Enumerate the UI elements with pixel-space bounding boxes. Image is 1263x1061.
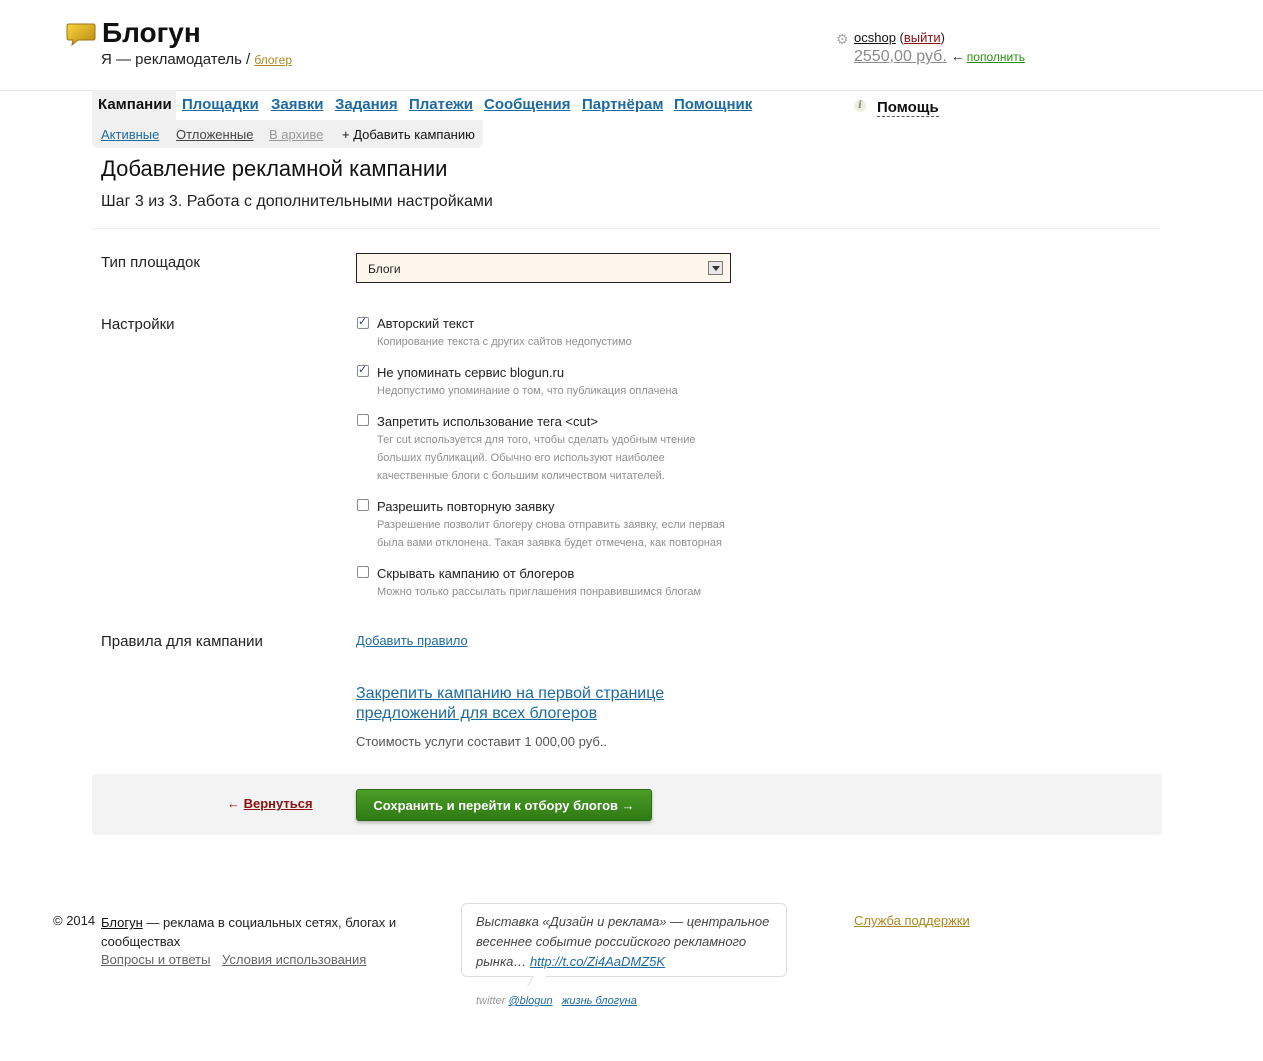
topup-link[interactable]: пополнить xyxy=(967,50,1025,64)
help-link[interactable]: Помощь xyxy=(877,99,939,117)
checkbox-label-no-mention[interactable]: Не упоминать сервис blogun.ru xyxy=(377,365,564,380)
arrow-left-icon: ← xyxy=(950,48,965,64)
page-subtitle: Шаг 3 из 3. Работа с дополнительными нас… xyxy=(101,193,493,210)
support-link[interactable]: Служба поддержки xyxy=(854,913,970,928)
tab-payments[interactable]: Платежи xyxy=(409,96,473,113)
tweet-text: Выставка «Дизайн и реклама» — центрально… xyxy=(476,912,776,972)
copyright: © 2014 xyxy=(53,913,96,928)
tab-requests[interactable]: Заявки xyxy=(271,96,323,113)
tweet-link[interactable]: http://t.co/Zi4AaDMZ5K xyxy=(530,954,665,969)
footer-brand-link[interactable]: Блогун xyxy=(101,915,143,930)
save-and-continue-button[interactable]: Сохранить и перейти к отбору блогов → xyxy=(356,789,652,821)
pin-campaign-link[interactable]: Закрепить кампанию на первой странице пр… xyxy=(356,684,696,724)
hint-allow-repeat: Разрешение позволит блогеру снова отправ… xyxy=(377,519,725,549)
checkbox-label-allow-repeat[interactable]: Разрешить повторную заявку xyxy=(377,499,554,514)
role-line: Я — рекламодатель / блогер xyxy=(101,51,292,68)
page-title: Добавление рекламной кампании xyxy=(101,156,448,181)
tab-partners[interactable]: Партнёрам xyxy=(582,96,663,113)
tab-messages[interactable]: Сообщения xyxy=(484,96,570,113)
hint-author-text: Копирование текста с других сайтов недоп… xyxy=(377,336,632,348)
terms-link[interactable]: Условия использования xyxy=(222,952,366,967)
twitter-handle-link[interactable]: @blogun xyxy=(508,995,552,1007)
checkbox-author-text[interactable] xyxy=(357,315,369,329)
subtab-archive[interactable]: В архиве xyxy=(269,127,323,142)
tab-tasks[interactable]: Задания xyxy=(335,96,398,113)
checkbox-forbid-cut[interactable] xyxy=(357,414,369,426)
logout-paren-close: ) xyxy=(940,30,945,45)
hint-forbid-cut: Тег cut используется для того, чтобы сде… xyxy=(377,434,696,482)
platform-type-value: Блоги xyxy=(368,262,401,276)
twitter-label: twitter xyxy=(476,995,506,1007)
subtab-add-campaign[interactable]: + Добавить кампанию xyxy=(342,127,475,142)
checkbox-label-forbid-cut[interactable]: Запретить использование тега <cut> xyxy=(377,414,598,429)
checkbox-label-hide-campaign[interactable]: Скрывать кампанию от блогеров xyxy=(377,566,574,581)
user-info: ocshop (выйти) xyxy=(854,30,945,45)
gear-icon[interactable]: ⚙ xyxy=(836,31,849,48)
arrow-left-icon: ← xyxy=(227,796,240,811)
role-label: Я — рекламодатель / xyxy=(101,51,251,68)
tab-platforms[interactable]: Площадки xyxy=(182,96,259,113)
service-cost: Стоимость услуги составит 1 000,00 руб.. xyxy=(356,734,608,749)
subtab-active[interactable]: Активные xyxy=(101,127,159,142)
checkbox-hide-campaign[interactable] xyxy=(357,566,369,578)
twitter-meta: twitter @blogun жизнь блогуна xyxy=(476,995,637,1007)
role-switch-link[interactable]: блогер xyxy=(254,53,292,67)
faq-link[interactable]: Вопросы и ответы xyxy=(101,952,210,967)
tab-assistant[interactable]: Помощник xyxy=(674,96,752,113)
header-divider xyxy=(0,90,1263,91)
logout-link[interactable]: выйти xyxy=(904,30,941,45)
checkbox-no-mention[interactable] xyxy=(357,363,369,377)
platform-type-label: Тип площадок xyxy=(101,254,200,271)
back-link[interactable]: ← Вернуться xyxy=(227,796,313,811)
back-label[interactable]: Вернуться xyxy=(244,796,313,811)
add-rule-link[interactable]: Добавить правило xyxy=(356,633,468,648)
username-link[interactable]: ocshop xyxy=(854,30,896,45)
platform-type-select[interactable]: Блоги xyxy=(356,253,731,283)
footer-tagline: — реклама в социальных сетях, блогах и с… xyxy=(101,915,397,949)
tweet-bubble-tail xyxy=(527,976,546,986)
logo-icon[interactable] xyxy=(66,22,96,46)
checkbox-allow-repeat[interactable] xyxy=(357,499,369,511)
info-icon: i xyxy=(854,100,866,112)
footer-description: Блогун — реклама в социальных сетях, бло… xyxy=(101,913,421,951)
blog-life-link[interactable]: жизнь блогуна xyxy=(562,995,637,1007)
site-name[interactable]: Блогун xyxy=(102,16,201,50)
chevron-down-icon[interactable] xyxy=(708,261,723,275)
tab-campaigns[interactable]: Кампании xyxy=(98,96,172,113)
balance-row: 2550,00 руб. ← пополнить xyxy=(854,48,1025,66)
subtab-postponed[interactable]: Отложенные xyxy=(176,127,253,142)
balance-amount[interactable]: 2550,00 руб. xyxy=(854,48,947,65)
checkbox-label-author-text[interactable]: Авторский текст xyxy=(377,316,474,331)
settings-label: Настройки xyxy=(101,316,175,333)
rules-label: Правила для кампании xyxy=(101,633,263,650)
hint-no-mention: Недопустимо упоминание о том, что публик… xyxy=(377,385,678,397)
hint-hide-campaign: Можно только рассылать приглашения понра… xyxy=(377,586,702,598)
title-divider xyxy=(92,228,1160,229)
